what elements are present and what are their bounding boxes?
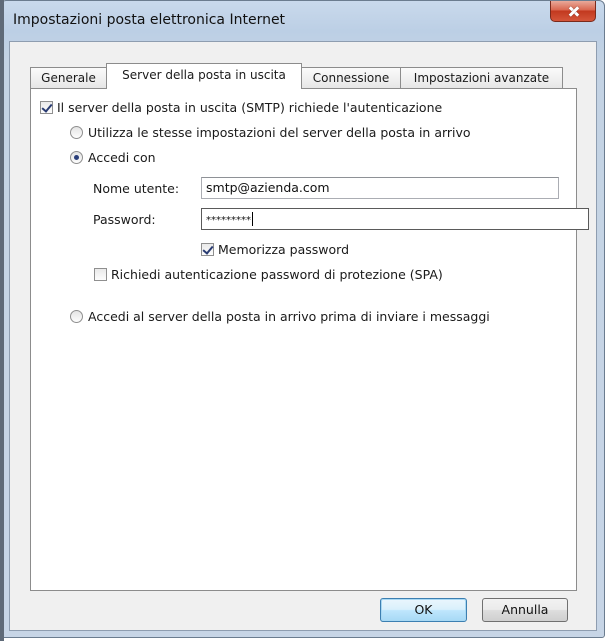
password-value: ********* [206, 215, 251, 226]
login-with-option[interactable]: Accedi con [70, 150, 156, 166]
tab-connessione[interactable]: Connessione [301, 67, 401, 88]
username-label: Nome utente: [93, 181, 180, 196]
remember-password-option[interactable]: Memorizza password [201, 242, 349, 258]
username-input[interactable]: smtp@azienda.com [201, 177, 559, 199]
tab-generale[interactable]: Generale [30, 67, 107, 88]
password-input[interactable]: ********* [201, 208, 589, 230]
remember-password-checkbox[interactable] [201, 243, 214, 256]
tab-server-posta-uscita[interactable]: Server della posta in uscita [106, 63, 302, 89]
login-incoming-first-option[interactable]: Accedi al server della posta in arrivo p… [70, 309, 490, 325]
remember-password-label: Memorizza password [218, 242, 350, 257]
tab-panel: Il server della posta in uscita (SMTP) r… [30, 88, 589, 591]
spa-option[interactable]: Richiedi autenticazione password di prot… [94, 267, 443, 283]
tab-impostazioni-avanzate[interactable]: Impostazioni avanzate [400, 67, 563, 88]
login-incoming-first-label: Accedi al server della posta in arrivo p… [88, 309, 490, 324]
login-with-label: Accedi con [88, 150, 156, 165]
dialog-window: Impostazioni posta elettronica Internet … [0, 0, 605, 638]
dialog-client-area: Generale Server della posta in uscita Co… [9, 41, 597, 631]
text-caret [252, 212, 253, 226]
cancel-button[interactable]: Annulla [482, 598, 568, 622]
login-with-radio[interactable] [70, 151, 83, 164]
window-frame-edge [0, 0, 4, 641]
smtp-auth-option[interactable]: Il server della posta in uscita (SMTP) r… [40, 100, 442, 116]
use-same-settings-radio[interactable] [70, 126, 83, 139]
use-same-settings-label: Utilizza le stesse impostazioni del serv… [88, 125, 471, 140]
smtp-auth-checkbox[interactable] [40, 101, 53, 114]
login-incoming-first-radio[interactable] [70, 310, 83, 323]
spa-checkbox[interactable] [94, 268, 107, 281]
spa-label: Richiedi autenticazione password di prot… [111, 267, 443, 282]
close-button[interactable] [550, 1, 596, 22]
password-label: Password: [93, 212, 156, 227]
username-value: smtp@azienda.com [206, 180, 330, 195]
smtp-auth-label: Il server della posta in uscita (SMTP) r… [57, 100, 443, 115]
use-same-settings-option[interactable]: Utilizza le stesse impostazioni del serv… [70, 125, 471, 141]
title-bar[interactable]: Impostazioni posta elettronica Internet [1, 1, 604, 41]
window-title: Impostazioni posta elettronica Internet [13, 12, 286, 28]
ok-button[interactable]: OK [380, 598, 467, 622]
